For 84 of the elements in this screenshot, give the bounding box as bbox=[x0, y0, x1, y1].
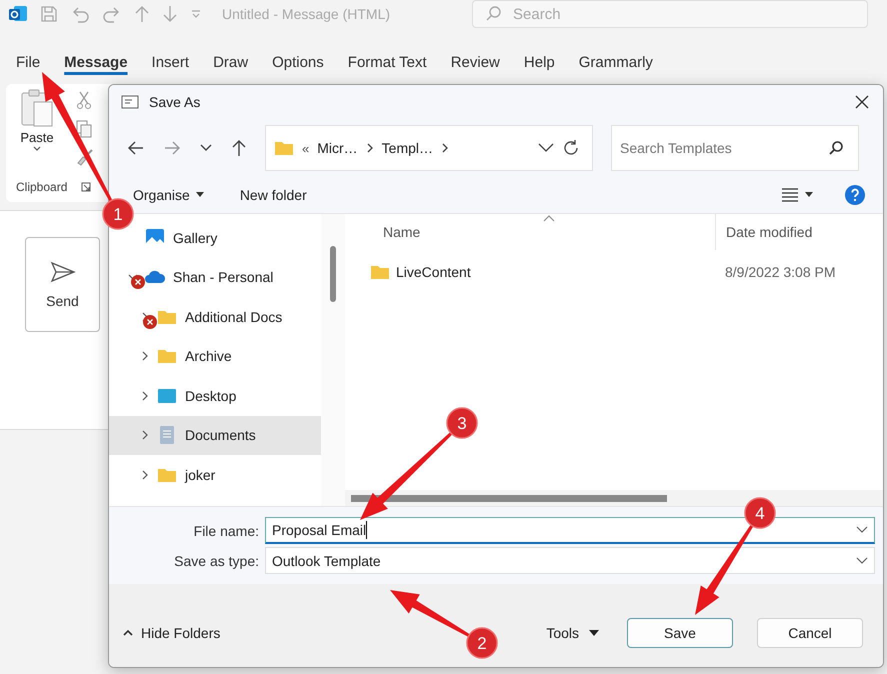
envelope-icon bbox=[121, 95, 139, 109]
ribbon-tab[interactable]: Message bbox=[52, 50, 140, 74]
file-name: LiveContent bbox=[396, 264, 471, 280]
ribbon-tab[interactable]: File bbox=[4, 50, 52, 74]
ribbon-tab[interactable]: Format Text bbox=[336, 50, 439, 74]
forward-icon[interactable] bbox=[163, 140, 181, 156]
scrollbar-thumb[interactable] bbox=[351, 494, 667, 502]
refresh-icon[interactable] bbox=[562, 139, 580, 157]
scissors-icon[interactable] bbox=[76, 90, 92, 110]
folder-icon bbox=[370, 264, 390, 280]
scrollbar-thumb[interactable] bbox=[330, 246, 336, 302]
search-field[interactable]: Search Templates bbox=[611, 125, 859, 171]
file-date: 8/9/2022 3:08 PM bbox=[724, 264, 837, 280]
overflow-chevron[interactable]: « bbox=[302, 140, 310, 156]
window-title: Untitled - Message (HTML) bbox=[222, 6, 390, 22]
brush-icon[interactable] bbox=[76, 148, 94, 166]
address-bar[interactable]: « Micr… Templ… bbox=[265, 125, 593, 171]
chevron-down-icon[interactable] bbox=[199, 143, 213, 153]
organise-menu[interactable]: Organise bbox=[133, 187, 190, 203]
field-label: Save as type: bbox=[173, 552, 260, 568]
save-button[interactable]: Save bbox=[627, 618, 733, 648]
send-button[interactable]: Send bbox=[25, 237, 100, 332]
nav-item[interactable]: Desktop bbox=[109, 376, 321, 416]
search-icon bbox=[485, 5, 504, 23]
group-label: Clipboard bbox=[16, 180, 68, 194]
number-badge: 3 bbox=[446, 407, 478, 439]
folder-icon bbox=[157, 308, 177, 325]
number-badge: 1 bbox=[102, 198, 134, 230]
hide-folders-button[interactable]: Hide Folders bbox=[117, 624, 226, 642]
number-badge: 2 bbox=[466, 627, 498, 659]
back-icon[interactable] bbox=[127, 140, 145, 156]
ribbon-tab[interactable]: Options bbox=[260, 50, 336, 74]
folder-icon bbox=[274, 140, 294, 156]
column-header[interactable]: Name bbox=[345, 224, 715, 240]
nav-item[interactable]: joker bbox=[109, 455, 321, 494]
caret-icon[interactable] bbox=[32, 145, 42, 153]
folder-icon bbox=[157, 348, 177, 364]
paste-button[interactable]: Paste bbox=[20, 130, 54, 145]
caret-icon[interactable] bbox=[196, 192, 204, 198]
close-icon[interactable] bbox=[855, 95, 869, 109]
view-list-icon[interactable] bbox=[781, 188, 799, 202]
ribbon-tab[interactable]: Grammarly bbox=[566, 50, 665, 74]
help-icon[interactable] bbox=[845, 185, 865, 205]
file-name-field[interactable]: Proposal Email bbox=[265, 517, 875, 544]
ribbon-tab[interactable]: Help bbox=[512, 50, 567, 74]
sort-caret-icon bbox=[543, 214, 555, 222]
tools-menu[interactable]: Tools bbox=[546, 624, 579, 640]
chevron-down-icon[interactable] bbox=[856, 526, 868, 534]
dialog-title: Save As bbox=[149, 94, 200, 110]
chevron-right-icon[interactable] bbox=[441, 142, 450, 154]
chevron-down-icon[interactable] bbox=[538, 143, 554, 153]
breadcrumb[interactable]: Micr… bbox=[317, 140, 358, 156]
field-label: File name: bbox=[192, 522, 260, 538]
caret-up-icon bbox=[123, 628, 133, 636]
file-row[interactable]: LiveContent 8/9/2022 3:08 PM bbox=[345, 250, 883, 294]
desktop-icon bbox=[157, 388, 177, 404]
copy-icon[interactable] bbox=[76, 120, 92, 138]
number-badge: 4 bbox=[744, 497, 776, 529]
outlook-logo-icon bbox=[8, 4, 28, 24]
caret-icon[interactable] bbox=[589, 630, 599, 636]
folder-icon bbox=[157, 466, 177, 483]
ribbon-tab[interactable]: Review bbox=[438, 50, 512, 74]
gallery-icon bbox=[145, 228, 165, 248]
chevron-right-icon[interactable] bbox=[366, 142, 374, 154]
column-header[interactable]: Date modified bbox=[715, 214, 883, 250]
ribbon-tab[interactable]: Insert bbox=[140, 50, 202, 74]
breadcrumb[interactable]: Templ… bbox=[382, 140, 434, 156]
save-type-dropdown[interactable]: Outlook Template bbox=[265, 547, 875, 574]
send-icon bbox=[50, 260, 76, 282]
nav-item[interactable]: Archive bbox=[109, 336, 321, 376]
caret-icon[interactable] bbox=[805, 192, 813, 198]
clipboard-icon[interactable] bbox=[20, 88, 54, 128]
nav-item[interactable]: Additional Docs bbox=[109, 297, 321, 336]
new-folder-button[interactable]: New folder bbox=[240, 187, 307, 203]
chevron-down-icon[interactable] bbox=[856, 556, 868, 564]
document-icon bbox=[159, 425, 175, 446]
cancel-button[interactable]: Cancel bbox=[757, 618, 863, 648]
ribbon-tab[interactable]: Draw bbox=[201, 50, 260, 74]
cloud-icon bbox=[144, 269, 166, 286]
search-icon bbox=[828, 140, 844, 156]
dialog-launcher-icon[interactable] bbox=[81, 182, 92, 192]
up-arrow-icon[interactable] bbox=[231, 139, 247, 157]
nav-item[interactable]: Shan - Personal bbox=[109, 258, 321, 297]
nav-item[interactable]: Documents bbox=[109, 416, 321, 455]
